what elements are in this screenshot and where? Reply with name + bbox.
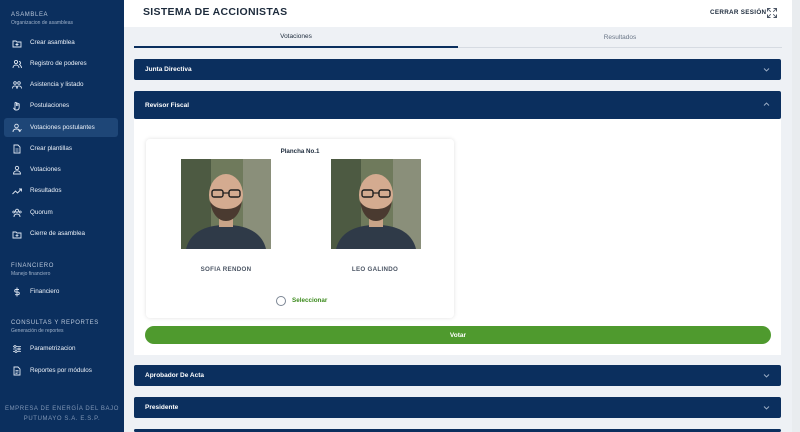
folder-close-icon: [12, 229, 22, 239]
sidebar-item-votaciones-postulantes[interactable]: Votaciones postulantes: [4, 118, 118, 137]
dollar-icon: [12, 287, 22, 297]
plancha-title: Plancha No.1: [280, 148, 320, 155]
sidebar-item-label: Financiero: [30, 288, 60, 295]
candidate-photo: [181, 159, 271, 249]
accordion-revisor-fiscal[interactable]: Revisor Fiscal: [134, 91, 781, 119]
folder-add-icon: [12, 38, 22, 48]
select-radio[interactable]: [276, 296, 286, 306]
sidebar-item-label: Cierre de asamblea: [30, 230, 85, 237]
candidate-photo: [331, 159, 421, 249]
sidebar-item-label: Crear plantillas: [30, 145, 72, 152]
chevron-down-icon: [763, 374, 770, 378]
users-icon: [12, 59, 22, 69]
section-subtitle: Organizacion de asambleas: [11, 20, 73, 26]
sidebar-item-label: Votaciones: [30, 166, 61, 173]
sidebar-item-label: Reportes por módulos: [30, 367, 92, 374]
section-title: FINANCIERO: [11, 263, 55, 269]
sidebar-item-label: Postulaciones: [30, 102, 70, 109]
section-subtitle: Manejo financiero: [11, 271, 51, 277]
sidebar-item-crear-asamblea[interactable]: Crear asamblea: [4, 33, 118, 52]
group-icon: [12, 208, 22, 218]
people-icon: [12, 80, 22, 90]
report-icon: [12, 366, 22, 376]
section-financiero: FINANCIERO Manejo financiero: [0, 263, 54, 277]
document-icon: [12, 144, 22, 154]
user-check-icon: [12, 123, 22, 133]
candidate-name: LEO GALINDO: [351, 266, 399, 273]
sidebar-item-parametrizacion[interactable]: Parametrizacion: [4, 339, 118, 358]
company-name: EMPRESA DE ENERGÍA DEL BAJO PUTUMAYO S.A…: [4, 406, 119, 422]
sidebar-item-cierre-asamblea[interactable]: Cierre de asamblea: [4, 224, 118, 243]
accordion-title: Presidente: [145, 404, 179, 411]
logout-button[interactable]: CERRAR SESIÓN: [710, 9, 766, 16]
tab-divider: [458, 47, 782, 48]
section-title: CONSULTAS Y REPORTES: [11, 320, 99, 326]
tab-resultados[interactable]: Resultados: [458, 27, 782, 48]
section-subtitle: Generación de reportes: [11, 328, 64, 334]
top-header: SISTEMA DE ACCIONISTAS CERRAR SESIÓN: [124, 0, 800, 27]
scrollbar[interactable]: [792, 0, 800, 432]
hand-icon: [12, 101, 22, 111]
sidebar-item-crear-plantillas[interactable]: Crear plantillas: [4, 139, 118, 158]
sidebar-item-resultados[interactable]: Resultados: [4, 181, 118, 200]
sidebar-item-reportes[interactable]: Reportes por módulos: [4, 361, 118, 380]
sidebar-item-label: Registro de poderes: [30, 60, 87, 67]
accordion-panel-revisor-fiscal: Plancha No.1 SOFIA RENDON LEO GALINDO Se…: [134, 119, 781, 355]
section-asamblea: ASAMBLEA Organizacion de asambleas: [0, 12, 73, 26]
section-consultas: CONSULTAS Y REPORTES Generación de repor…: [0, 320, 99, 334]
sidebar-item-label: Crear asamblea: [30, 39, 75, 46]
sidebar-item-label: Quorum: [30, 209, 53, 216]
accordion-junta-directiva[interactable]: Junta Directiva: [134, 59, 781, 80]
sidebar: ASAMBLEA Organizacion de asambleas Crear…: [0, 0, 124, 432]
chevron-up-icon: [763, 102, 770, 106]
accordion-presidente[interactable]: Presidente: [134, 397, 781, 418]
fullscreen-icon[interactable]: [767, 8, 777, 18]
page-title: SISTEMA DE ACCIONISTAS: [143, 6, 288, 18]
trend-icon: [12, 186, 22, 196]
chevron-down-icon: [763, 406, 770, 410]
vote-icon: [12, 165, 22, 175]
accordion-title: Aprobador De Acta: [145, 372, 204, 379]
sidebar-item-quorum[interactable]: Quorum: [4, 203, 118, 222]
sidebar-item-registro-poderes[interactable]: Registro de poderes: [4, 54, 118, 73]
vote-button[interactable]: Votar: [145, 326, 771, 344]
sidebar-item-label: Resultados: [30, 187, 62, 194]
sidebar-item-label: Parametrizacion: [30, 345, 76, 352]
sidebar-item-label: Asistencia y listado: [30, 81, 84, 88]
tab-bar: Votaciones Resultados: [134, 27, 782, 48]
accordion-aprobador-de-acta[interactable]: Aprobador De Acta: [134, 365, 781, 386]
plancha-card: Plancha No.1 SOFIA RENDON LEO GALINDO Se…: [146, 139, 454, 318]
sidebar-item-financiero[interactable]: Financiero: [4, 282, 118, 301]
select-label[interactable]: Seleccionar: [292, 297, 327, 304]
tab-votaciones[interactable]: Votaciones: [134, 27, 458, 48]
section-title: ASAMBLEA: [11, 12, 49, 18]
candidate-name: SOFIA RENDON: [200, 266, 252, 273]
sidebar-item-postulaciones[interactable]: Postulaciones: [4, 96, 118, 115]
sidebar-item-asistencia[interactable]: Asistencia y listado: [4, 75, 118, 94]
sidebar-item-votaciones[interactable]: Votaciones: [4, 160, 118, 179]
accordion-title: Junta Directiva: [145, 66, 192, 73]
sliders-icon: [12, 344, 22, 354]
chevron-down-icon: [763, 68, 770, 72]
accordion-title: Revisor Fiscal: [145, 101, 190, 109]
sidebar-item-label: Votaciones postulantes: [30, 124, 95, 131]
